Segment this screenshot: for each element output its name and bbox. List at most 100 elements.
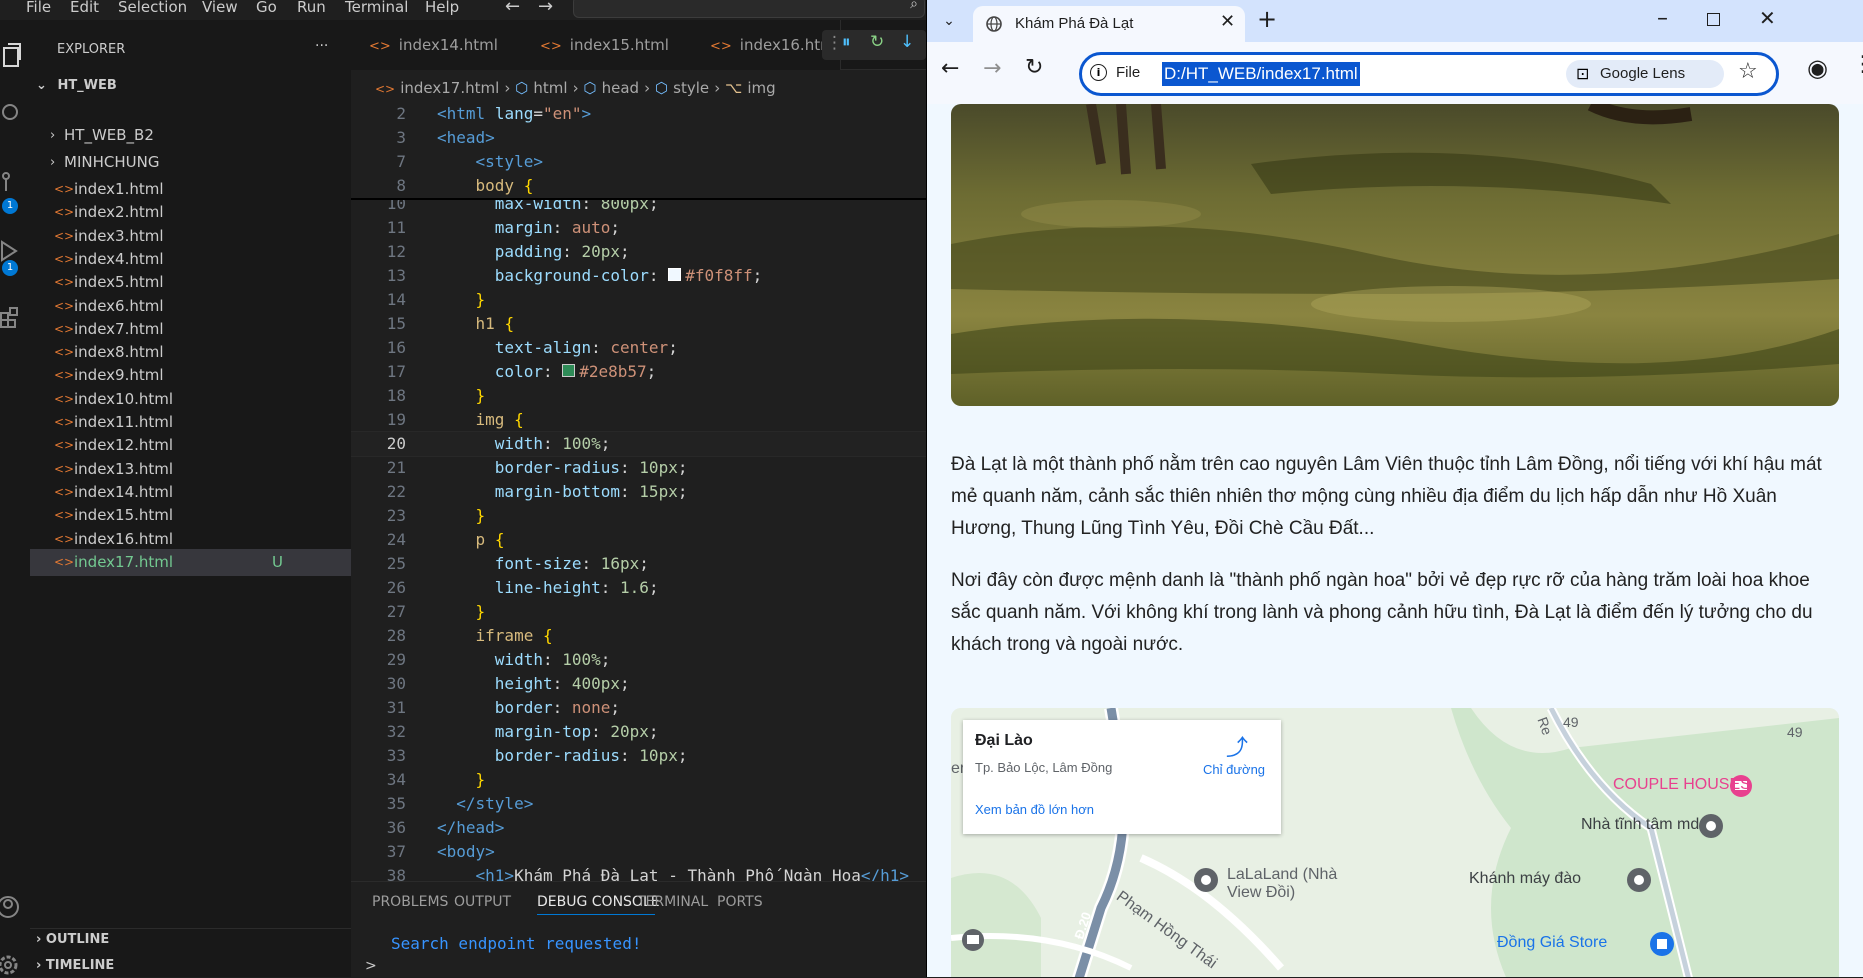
- tab-index16[interactable]: <> index16.htm: [692, 20, 841, 70]
- code-line[interactable]: 19 img {: [351, 408, 926, 432]
- code-line[interactable]: 33 border-radius: 10px;: [351, 744, 926, 768]
- url-text[interactable]: D:/HT_WEB/index17.html: [1162, 62, 1360, 86]
- code-line[interactable]: 20 width: 100%;: [351, 431, 926, 457]
- address-bar[interactable]: i File D:/HT_WEB/index17.html ⊡ Google L…: [1079, 52, 1779, 96]
- panel-tab[interactable]: PORTS: [717, 894, 763, 910]
- back-icon[interactable]: ←: [941, 56, 959, 81]
- code-line[interactable]: 27 }: [351, 600, 926, 624]
- map-label-khanh-may-dao[interactable]: Khánh máy đào: [1469, 870, 1581, 888]
- code-line[interactable]: 2 <html lang="en">: [351, 102, 926, 126]
- menu-go[interactable]: Go: [256, 0, 277, 16]
- map-label-nha-tinh-tam[interactable]: Nhà tĩnh tâm md: [1581, 816, 1699, 834]
- code-line[interactable]: 34 }: [351, 768, 926, 792]
- outline-section[interactable]: › OUTLINE: [36, 932, 109, 947]
- menu-terminal[interactable]: Terminal: [345, 0, 408, 16]
- restart-icon[interactable]: ↻: [870, 32, 884, 52]
- google-lens-button[interactable]: ⊡ Google Lens: [1566, 60, 1724, 88]
- breadcrumb-html[interactable]: html: [533, 79, 567, 97]
- menu-file[interactable]: File: [26, 0, 51, 16]
- menu-edit[interactable]: Edit: [70, 0, 99, 16]
- drag-handle-icon[interactable]: ⋮: [826, 33, 843, 53]
- code-line[interactable]: 8 body {: [351, 174, 926, 200]
- minimize-icon[interactable]: –: [1657, 6, 1668, 31]
- command-center[interactable]: ⌕: [573, 0, 925, 18]
- breadcrumb-style[interactable]: style: [673, 79, 709, 97]
- bookmark-star-icon[interactable]: ☆: [1738, 59, 1758, 84]
- code-line[interactable]: 21 border-radius: 10px;: [351, 456, 926, 480]
- explorer-icon[interactable]: [2, 42, 24, 68]
- breadcrumb-img[interactable]: img: [747, 79, 775, 97]
- timeline-section[interactable]: › TIMELINE: [36, 958, 114, 973]
- menu-run[interactable]: Run: [297, 0, 326, 16]
- tab-index14[interactable]: <> index14.html: [351, 20, 541, 70]
- map-label-dong-gia-store[interactable]: Đồng Giá Store: [1497, 934, 1607, 952]
- step-into-icon[interactable]: ↓: [900, 32, 914, 52]
- code-line[interactable]: 28 iframe {: [351, 624, 926, 648]
- browser-tab[interactable]: Khám Phá Đà Lạt ✕: [973, 6, 1245, 42]
- code-line[interactable]: 18 }: [351, 384, 926, 408]
- code-line[interactable]: 14 }: [351, 288, 926, 312]
- code-line[interactable]: 29 width: 100%;: [351, 648, 926, 672]
- nav-back-icon[interactable]: ←: [505, 0, 520, 17]
- close-tab-icon[interactable]: ✕: [1220, 11, 1235, 32]
- code-line[interactable]: 11 margin: auto;: [351, 216, 926, 240]
- code-line[interactable]: 30 height: 400px;: [351, 672, 926, 696]
- code-line[interactable]: 12 padding: 20px;: [351, 240, 926, 264]
- code-line[interactable]: 7 <style>: [351, 150, 926, 174]
- file-item[interactable]: <> index17.html U: [30, 548, 351, 576]
- map-label-couple-houses[interactable]: COUPLE HOUSES: [1613, 776, 1751, 794]
- larger-map-link[interactable]: Xem bản đồ lớn hơn: [975, 802, 1094, 817]
- breadcrumb-head[interactable]: head: [602, 79, 639, 97]
- console-prompt[interactable]: >: [365, 958, 377, 974]
- folder-ht-web[interactable]: ⌄ HT_WEB: [36, 78, 336, 93]
- extensions-icon[interactable]: [0, 305, 22, 329]
- code-line[interactable]: 23 }: [351, 504, 926, 528]
- menu-selection[interactable]: Selection: [118, 0, 187, 16]
- tab-search-icon[interactable]: ⌄: [935, 8, 963, 34]
- forward-icon[interactable]: →: [983, 56, 1001, 81]
- breadcrumb-file[interactable]: index17.html: [400, 79, 499, 97]
- panel-tab[interactable]: OUTPUT: [454, 894, 511, 910]
- code-line[interactable]: 38 <h1>Khám Phá Đà Lạt - Thành Phố Ngàn …: [351, 864, 926, 881]
- code-line[interactable]: 22 margin-bottom: 15px;: [351, 480, 926, 504]
- code-editor[interactable]: 2 <html lang="en"> 3 <head> 7 <style> 8 body …: [351, 102, 926, 881]
- profile-icon[interactable]: ◉: [1807, 54, 1828, 82]
- panel-tab[interactable]: PROBLEMS: [372, 894, 448, 910]
- pause-icon[interactable]: ⏸: [842, 32, 851, 52]
- directions-button[interactable]: ⤴ Chỉ đường: [1203, 728, 1273, 788]
- menu-help[interactable]: Help: [425, 0, 459, 16]
- new-tab-icon[interactable]: +: [1257, 5, 1277, 33]
- code-line[interactable]: 26 line-height: 1.6;: [351, 576, 926, 600]
- code-line[interactable]: 31 border: none;: [351, 696, 926, 720]
- explorer-more-icon[interactable]: ···: [315, 38, 328, 54]
- embedded-map[interactable]: er Re 49 49 COUPLE HOUSES Nhà tĩnh tâm m…: [951, 708, 1839, 977]
- map-label-lalaland[interactable]: LaLaLand (Nhà View Đồi): [1227, 866, 1367, 902]
- code-line[interactable]: 35 </style>: [351, 792, 926, 816]
- panel-tab[interactable]: TERMINAL: [637, 894, 708, 910]
- close-window-icon[interactable]: ✕: [1759, 6, 1776, 30]
- info-icon[interactable]: i: [1090, 64, 1107, 81]
- nav-forward-icon[interactable]: →: [538, 0, 553, 17]
- settings-gear-icon[interactable]: [0, 952, 22, 978]
- code-line[interactable]: 3 <head>: [351, 126, 926, 150]
- account-icon[interactable]: [0, 894, 22, 920]
- tab-index15[interactable]: <> index15.html: [522, 20, 711, 70]
- line-number: 15: [386, 314, 406, 333]
- more-menu-icon[interactable]: ⋮: [1852, 52, 1863, 77]
- code-line[interactable]: 25 font-size: 16px;: [351, 552, 926, 576]
- reload-icon[interactable]: ↻: [1025, 55, 1043, 80]
- code-line[interactable]: 36 </head>: [351, 816, 926, 840]
- menu-view[interactable]: View: [202, 0, 238, 16]
- folder-item[interactable]: › MINHCHUNG: [30, 149, 351, 176]
- maximize-icon[interactable]: [1707, 13, 1720, 26]
- source-control-icon[interactable]: [0, 170, 24, 200]
- code-line[interactable]: 16 text-align: center;: [351, 336, 926, 360]
- code-line[interactable]: 32 margin-top: 20px;: [351, 720, 926, 744]
- code-line[interactable]: 17 color: #2e8b57;: [351, 360, 926, 384]
- search-activity-icon[interactable]: [0, 102, 22, 124]
- code-line[interactable]: 24 p {: [351, 528, 926, 552]
- code-line[interactable]: 13 background-color: #f0f8ff;: [351, 264, 926, 288]
- code-line[interactable]: 15 h1 {: [351, 312, 926, 336]
- code-line[interactable]: 37 <body>: [351, 840, 926, 864]
- folder-item[interactable]: › HT_WEB_B2: [30, 122, 351, 149]
